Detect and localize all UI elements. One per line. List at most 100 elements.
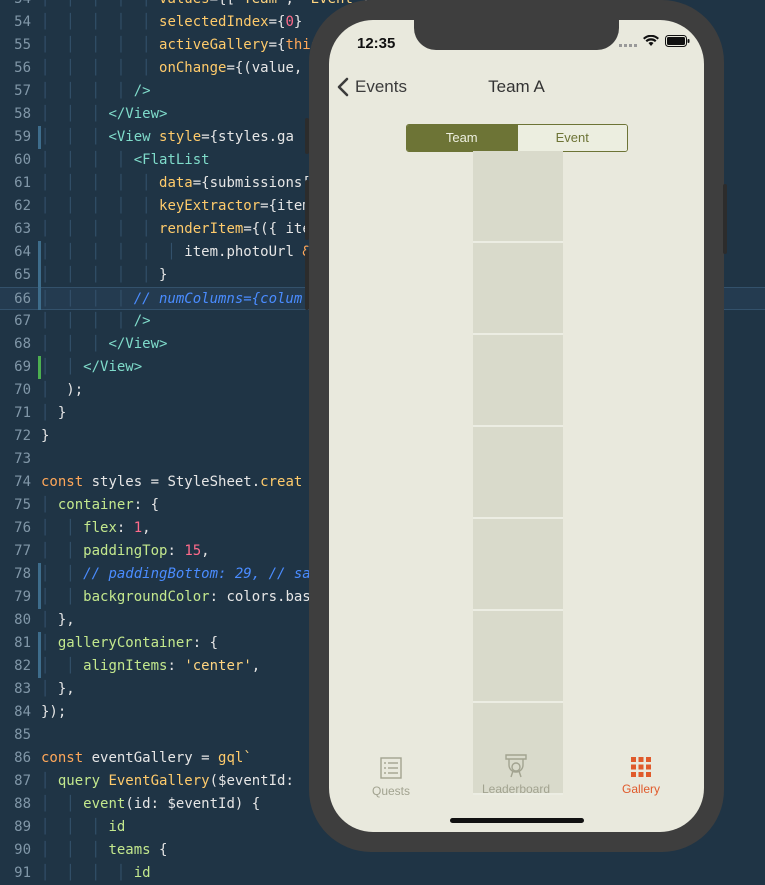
line-number: 66	[14, 291, 31, 307]
line-number: 55	[14, 37, 31, 53]
code-text: │ │ │ │ id	[41, 865, 151, 881]
gallery-item[interactable]	[473, 243, 563, 335]
gallery-item[interactable]	[473, 151, 563, 243]
gallery-item[interactable]	[473, 519, 563, 611]
code-text: │ │ paddingTop: 15,	[41, 543, 210, 559]
wifi-icon	[643, 34, 659, 52]
code-text: │ │ │ │ │ keyExtractor={item	[41, 198, 311, 214]
code-text: │ │ │ </View>	[41, 106, 168, 122]
line-number: 87	[14, 773, 31, 789]
line-number: 62	[14, 198, 31, 214]
gallery-item[interactable]	[473, 335, 563, 427]
line-number: 60	[14, 152, 31, 168]
line-number: 54	[14, 14, 31, 30]
code-text: const eventGallery = gql`	[41, 750, 252, 766]
tab-leaderboard[interactable]: Leaderboard	[471, 750, 561, 796]
line-number: 78	[14, 566, 31, 582]
line-number: 89	[14, 819, 31, 835]
line-number: 64	[14, 244, 31, 260]
list-icon	[380, 757, 402, 779]
code-text: │ │ </View>	[41, 359, 143, 375]
line-number: 61	[14, 175, 31, 191]
git-change-marker	[38, 264, 41, 287]
phone-mute-switch	[305, 118, 309, 154]
code-text: │ │ backgroundColor: colors.bas	[41, 589, 311, 605]
code-text: │ query EventGallery($eventId:	[41, 773, 294, 789]
tab-gallery[interactable]: Gallery	[611, 750, 671, 796]
code-text: │ │ alignItems: 'center',	[41, 658, 261, 674]
line-number: 83	[14, 681, 31, 697]
tab-gallery-label: Gallery	[621, 782, 660, 796]
line-number: 75	[14, 497, 31, 513]
code-text: │ │ │ │ />	[41, 83, 151, 99]
line-number: 65	[14, 267, 31, 283]
line-number: 82	[14, 658, 31, 674]
git-change-marker	[38, 356, 41, 379]
gallery-list[interactable]	[473, 151, 563, 795]
git-change-marker	[38, 241, 41, 264]
tab-quests[interactable]: Quests	[359, 750, 423, 798]
back-button[interactable]: Events	[337, 72, 407, 102]
line-number: 67	[14, 313, 31, 329]
code-text: });	[41, 704, 67, 720]
trophy-icon	[505, 754, 527, 778]
back-label: Events	[355, 77, 407, 96]
code-line[interactable]: 91 │ │ │ │ id	[0, 862, 765, 885]
code-text: │ │ │ │ │ selectedIndex={0}	[41, 14, 303, 30]
code-text: │ │ │ │ />	[41, 313, 151, 329]
line-number: 79	[14, 589, 31, 605]
git-change-marker	[38, 632, 41, 655]
tab-quests-label: Quests	[371, 784, 410, 798]
code-text: │ │ │ │ <FlatList	[41, 152, 210, 168]
line-number: 84	[14, 704, 31, 720]
gallery-item[interactable]	[473, 611, 563, 703]
battery-icon	[665, 34, 690, 52]
line-number: 74	[14, 474, 31, 490]
code-text: │ );	[41, 382, 84, 398]
git-change-marker	[38, 126, 41, 149]
line-number: 88	[14, 796, 31, 812]
git-change-marker	[38, 287, 41, 310]
line-number: 54	[0, 0, 31, 11]
line-number: 69	[14, 359, 31, 375]
phone-volume-down	[305, 250, 309, 310]
line-number: 56	[14, 60, 31, 76]
line-number: 72	[14, 428, 31, 444]
line-number: 63	[14, 221, 31, 237]
chevron-left-icon	[337, 77, 349, 97]
code-text: │ │ │ <View style={styles.ga	[41, 129, 294, 145]
code-text: │ },	[41, 612, 75, 628]
line-number: 71	[14, 405, 31, 421]
segment-event[interactable]: Event	[516, 125, 627, 151]
code-text: │ }	[41, 405, 67, 421]
line-number: 73	[14, 451, 31, 467]
line-number: 86	[14, 750, 31, 766]
line-number: 68	[14, 336, 31, 352]
code-text: const styles = StyleSheet.creat	[41, 474, 303, 490]
line-number: 91	[14, 865, 31, 881]
git-change-marker	[38, 586, 41, 609]
code-text: │ │ │ │ │ }	[41, 267, 168, 283]
code-text: │ │ │ │ │ renderItem={({ ite	[41, 221, 311, 237]
line-number: 81	[14, 635, 31, 651]
git-change-marker	[38, 655, 41, 678]
code-text: │ │ flex: 1,	[41, 520, 151, 536]
phone-volume-up	[305, 180, 309, 240]
code-text: │ │ │ │ │ data={submissions[	[41, 175, 311, 191]
segment-team[interactable]: Team	[407, 125, 517, 151]
signal-icon	[619, 34, 637, 52]
gallery-segmented-control: Team Event	[406, 124, 628, 152]
line-number: 90	[14, 842, 31, 858]
line-number: 70	[14, 382, 31, 398]
code-text: │ container: {	[41, 497, 160, 513]
status-icons	[619, 34, 690, 52]
code-text: │ galleryContainer: {	[41, 635, 219, 651]
grid-icon	[631, 757, 651, 777]
code-text: │ │ │ │ │ onChange={(value, i	[41, 60, 320, 76]
code-text: }	[41, 428, 50, 444]
line-number: 58	[14, 106, 31, 122]
gallery-item[interactable]	[473, 427, 563, 519]
code-text: │ │ │ │ // numColumns={colum	[41, 291, 303, 307]
phone-screen: 12:35 Events Team A Team Event Quests Le…	[329, 20, 704, 832]
line-number: 77	[14, 543, 31, 559]
